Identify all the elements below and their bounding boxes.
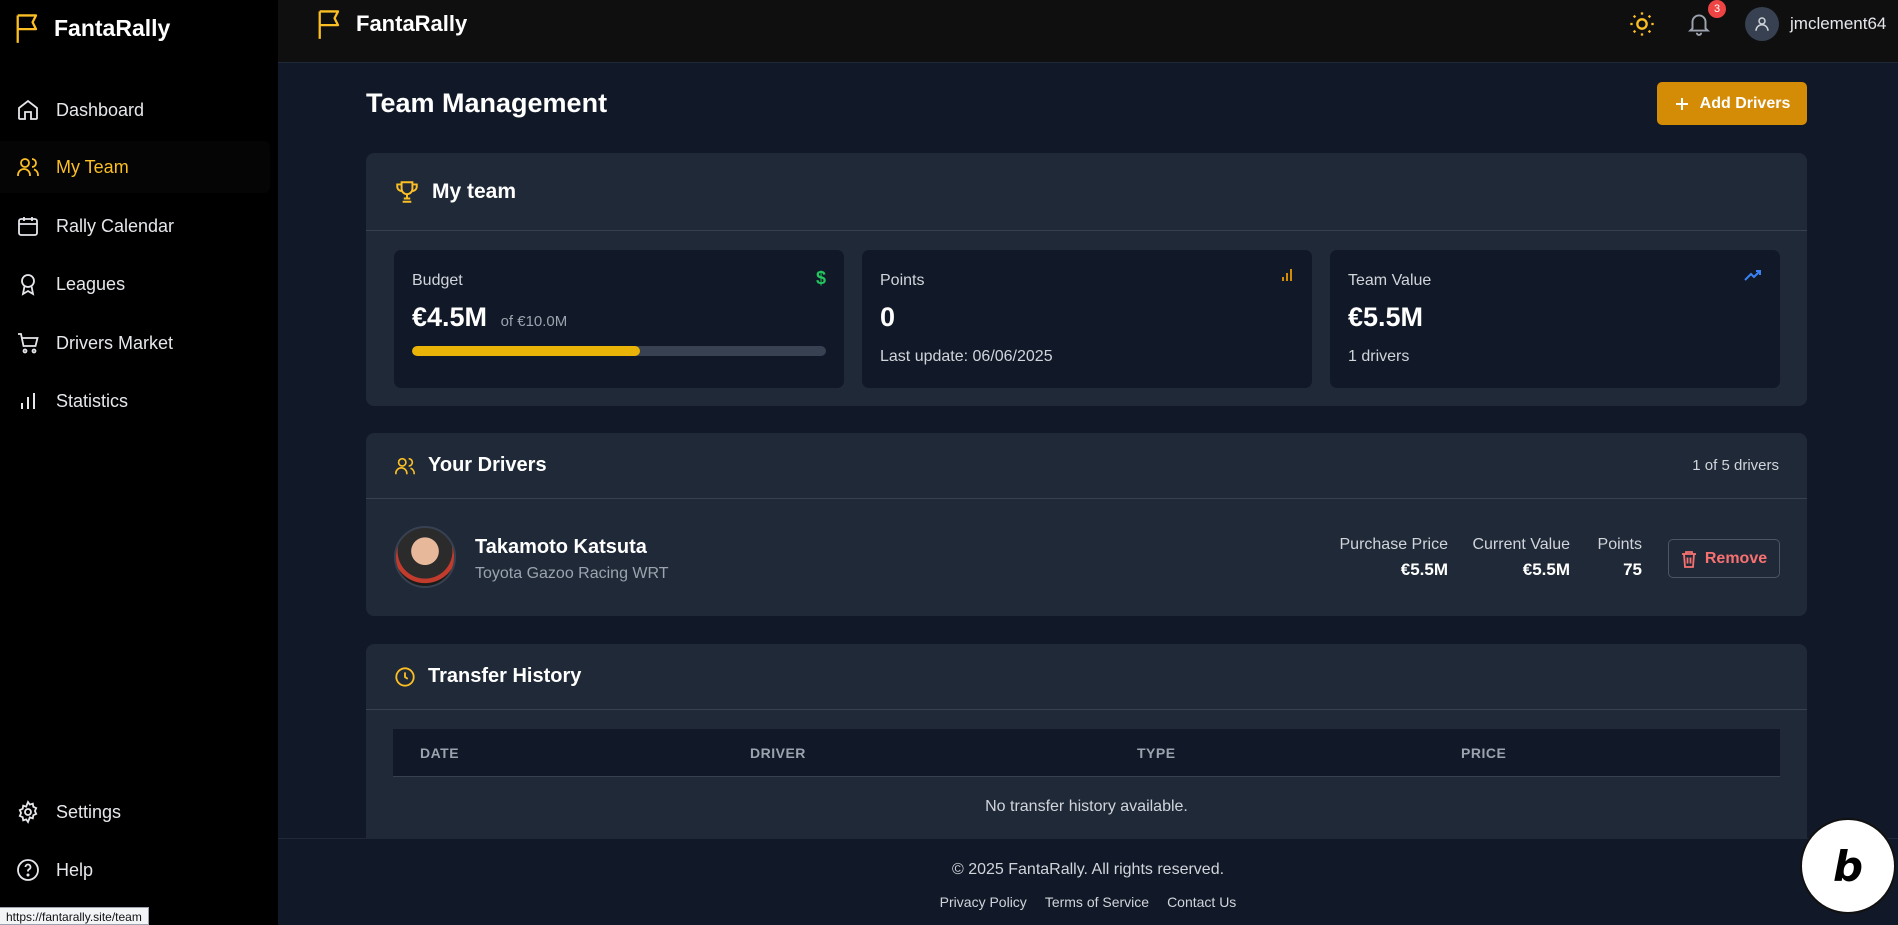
terms-of-service-link[interactable]: Terms of Service: [1045, 894, 1149, 910]
column-label: Points: [1597, 536, 1642, 553]
sidebar-brand[interactable]: FantaRally: [14, 12, 170, 44]
notification-badge: 3: [1708, 0, 1726, 18]
driver-name: Takamoto Katsuta: [475, 536, 647, 558]
username[interactable]: jmclement64: [1790, 14, 1886, 34]
sidebar-item-label: Drivers Market: [56, 332, 174, 353]
card-title: Your Drivers: [428, 454, 547, 476]
cart-icon: [16, 331, 40, 355]
home-icon: [16, 98, 40, 122]
sidebar-item-label: Dashboard: [56, 99, 145, 120]
empty-state-message: No transfer history available.: [985, 798, 1188, 815]
driver-count: 1 of 5 drivers: [1692, 457, 1779, 474]
sidebar-item-rally-calendar[interactable]: Rally Calendar: [0, 200, 270, 252]
card-title: Transfer History: [428, 665, 582, 687]
column-header-type: TYPE: [1137, 745, 1176, 761]
points-column: Points 75: [1586, 536, 1642, 580]
users-icon: [394, 455, 416, 477]
gear-icon: [16, 800, 40, 824]
bar-chart-icon: [16, 389, 40, 413]
remove-driver-button[interactable]: Remove: [1668, 539, 1780, 578]
stat-sub: Last update: 06/06/2025: [880, 348, 1053, 365]
page-title: Team Management: [366, 88, 608, 118]
privacy-policy-link[interactable]: Privacy Policy: [940, 894, 1027, 910]
trophy-icon: [394, 179, 420, 205]
clock-icon: [394, 666, 416, 688]
budget-progress-fill: [412, 346, 640, 356]
sidebar-item-label: My Team: [56, 156, 129, 177]
bolt-badge-logo[interactable]: b: [1800, 818, 1896, 914]
sidebar: FantaRally Dashboard My Team Rally Calen…: [0, 0, 278, 925]
flag-icon: [316, 8, 344, 40]
footer-links: Privacy Policy Terms of Service Contact …: [278, 894, 1898, 910]
footer: © 2025 FantaRally. All rights reserved. …: [278, 838, 1898, 925]
users-icon: [16, 155, 40, 179]
sidebar-item-label: Statistics: [56, 390, 129, 411]
award-icon: [16, 272, 40, 296]
sidebar-item-settings[interactable]: Settings: [0, 786, 270, 838]
sidebar-item-statistics[interactable]: Statistics: [0, 375, 270, 427]
brand-name: FantaRally: [356, 11, 468, 36]
column-value: 75: [1623, 560, 1642, 579]
stat-sub: 1 drivers: [1348, 348, 1410, 365]
current-value-column: Current Value €5.5M: [1466, 536, 1570, 580]
column-value: €5.5M: [1522, 560, 1570, 579]
add-drivers-label: Add Drivers: [1699, 94, 1791, 112]
plus-icon: [1674, 96, 1690, 112]
points-stat: Points 0 Last update: 06/06/2025: [862, 250, 1312, 388]
stat-value: 0: [880, 302, 896, 332]
stat-label: Team Value: [1348, 272, 1432, 289]
bolt-logo-icon: b: [1832, 841, 1864, 891]
stat-value: €5.5M: [1348, 302, 1424, 332]
sidebar-item-label: Help: [56, 859, 94, 880]
column-header-price: PRICE: [1461, 745, 1507, 761]
add-drivers-button[interactable]: Add Drivers: [1657, 82, 1807, 125]
column-value: €5.5M: [1400, 560, 1448, 579]
stat-label: Budget: [412, 272, 463, 289]
card-header: Your Drivers 1 of 5 drivers: [366, 433, 1807, 499]
sidebar-item-label: Leagues: [56, 273, 126, 294]
sidebar-item-label: Rally Calendar: [56, 215, 175, 236]
flag-icon: [14, 12, 42, 44]
card-header: My team: [366, 153, 1807, 231]
card-header: Transfer History: [366, 644, 1807, 710]
trending-up-icon: [1744, 268, 1762, 282]
calendar-icon: [16, 214, 40, 238]
card-title: My team: [432, 179, 517, 203]
brand-name: FantaRally: [54, 14, 171, 41]
user-avatar-icon[interactable]: [1745, 7, 1779, 41]
top-bar: FantaRally 3 jmclement64: [278, 0, 1898, 63]
budget-of: of €10.0M: [500, 313, 568, 330]
copyright: © 2025 FantaRally. All rights reserved.: [951, 861, 1225, 878]
contact-us-link[interactable]: Contact Us: [1167, 894, 1236, 910]
budget-progress-bar: [412, 346, 826, 356]
sidebar-item-help[interactable]: Help: [0, 844, 270, 896]
topbar-brand[interactable]: FantaRally: [316, 8, 467, 40]
column-header-driver: DRIVER: [750, 745, 806, 761]
column-label: Current Value: [1472, 536, 1570, 553]
driver-row: Takamoto Katsuta Toyota Gazoo Racing WRT…: [366, 500, 1807, 616]
purchase-price-column: Purchase Price €5.5M: [1318, 536, 1449, 580]
remove-label: Remove: [1704, 549, 1768, 567]
column-header-date: DATE: [420, 745, 460, 761]
help-icon: [16, 858, 40, 882]
sidebar-item-label: Settings: [56, 801, 122, 822]
team-value-stat: Team Value €5.5M 1 drivers: [1330, 250, 1780, 388]
trash-icon: [1681, 550, 1697, 568]
stat-value: €4.5M of €10.0M: [412, 302, 567, 333]
status-url: https://fantarally.site/team: [0, 907, 149, 925]
driver-team: Toyota Gazoo Racing WRT: [475, 565, 669, 582]
sidebar-item-my-team[interactable]: My Team: [0, 141, 270, 193]
dollar-icon: $: [815, 268, 826, 288]
budget-value: €4.5M: [412, 302, 488, 332]
sidebar-item-drivers-market[interactable]: Drivers Market: [0, 317, 270, 369]
sidebar-item-leagues[interactable]: Leagues: [0, 258, 270, 310]
budget-stat: Budget $ €4.5M of €10.0M: [394, 250, 844, 388]
column-label: Purchase Price: [1339, 536, 1449, 553]
transfer-table-header: DATE DRIVER TYPE PRICE: [393, 729, 1780, 777]
theme-toggle-sun-icon[interactable]: [1628, 10, 1656, 38]
stat-label: Points: [880, 272, 925, 289]
driver-avatar: [394, 526, 456, 588]
bar-chart-icon: [1280, 268, 1294, 282]
sidebar-item-dashboard[interactable]: Dashboard: [0, 84, 270, 136]
